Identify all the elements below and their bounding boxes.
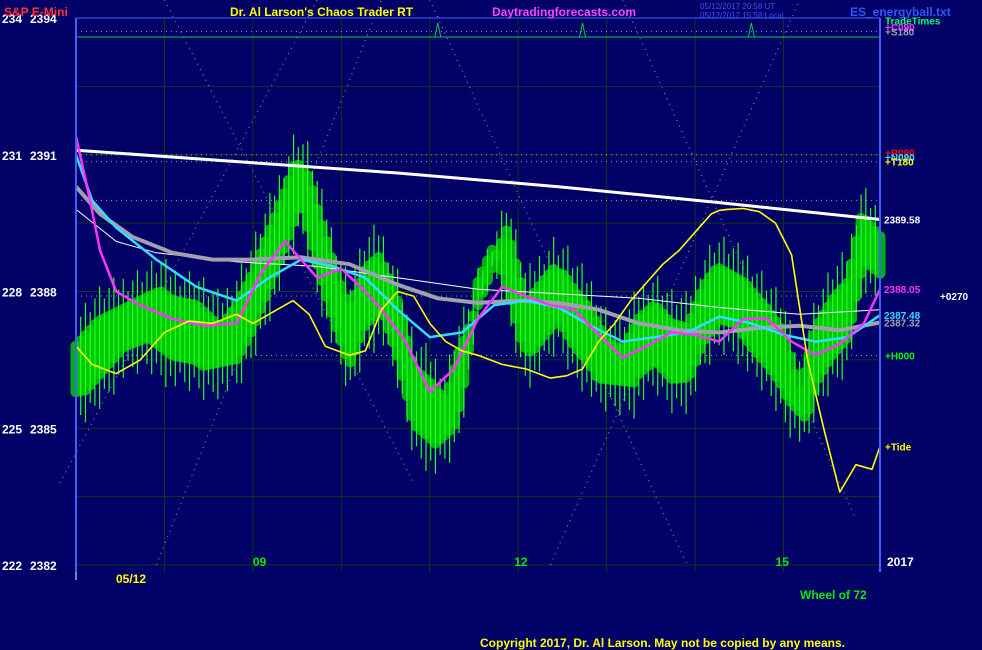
app-title: Dr. Al Larson's Chaos Trader RT [230,5,414,19]
timestamp-local: 05/12/2017 15:58 Local [700,11,784,20]
y-tick-wheel-0: 222 [2,559,22,573]
right-label-12: +Tide [885,442,912,453]
year-label: 2017 [887,555,914,569]
y-tick-price-1: 2385 [30,422,57,436]
right-label-2: +S180 [885,28,915,39]
right-label-11: +H000 [885,351,915,362]
y-tick-price-0: 2382 [30,559,57,573]
date-label: 05/12 [116,572,146,586]
wheel-label: Wheel of 72 [800,588,867,602]
chart-canvas: 222 2382225 2385228 2388231 2391234 2394 09 12… [0,0,982,650]
instrument-name: S&P E-Mini [4,5,68,19]
timestamp-ut: 05/12/2017 20:58 UT [700,2,775,11]
x-tick-15: 15 [776,555,790,569]
copyright: Copyright 2017, Dr. Al Larson. May not b… [480,636,845,650]
file-name: ES_energyball.txt [850,5,951,19]
y-tick-price-2: 2388 [30,286,57,300]
right-label-5: +T180 [885,158,914,169]
right-label-6: 2389.58 [884,215,921,226]
website-link[interactable]: Daytradingforecasts.com [492,5,636,19]
y-tick-wheel-2: 228 [2,286,22,300]
x-tick-12: 12 [514,555,528,569]
y-tick-wheel-1: 225 [2,422,22,436]
y-tick-price-3: 2391 [30,149,57,163]
y-tick-wheel-3: 231 [2,149,22,163]
right-label-10: 2387.32 [884,318,921,329]
right-label-7: 2388.05 [884,285,921,296]
x-tick-09: 09 [253,555,267,569]
right-label-8: +0270 [940,292,969,303]
